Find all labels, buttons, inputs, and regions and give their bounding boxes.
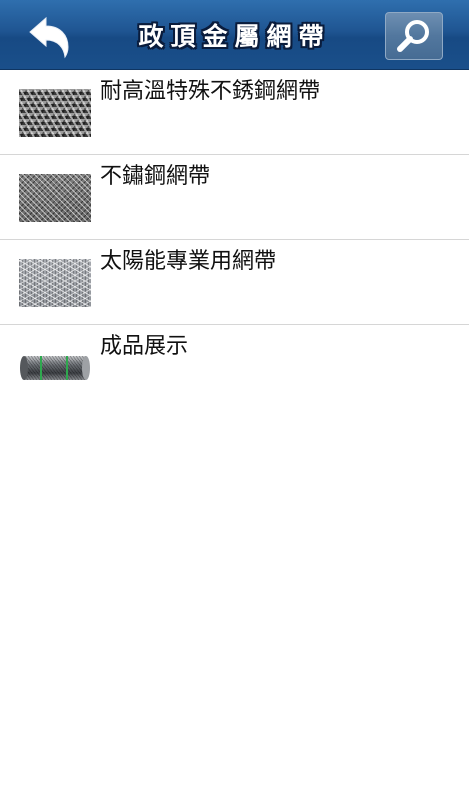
app-screen: 政頂金屬網帶 耐高溫特殊不銹鋼網帶 不鏽鋼網帶 太陽能專業用網帶 成品展示 — [0, 0, 469, 800]
mesh-belt-roll-thumbnail — [19, 352, 91, 384]
list-item-finished-products[interactable]: 成品展示 — [0, 325, 469, 410]
search-button[interactable] — [385, 12, 443, 60]
list-item-stainless-mesh-belt[interactable]: 不鏽鋼網帶 — [0, 155, 469, 240]
list-item-heat-resistant-mesh-belt[interactable]: 耐高溫特殊不銹鋼網帶 — [0, 70, 469, 155]
back-button[interactable] — [24, 12, 74, 62]
list-item-label: 太陽能專業用網帶 — [100, 249, 277, 274]
solar-mesh-belt-thumbnail — [19, 259, 91, 307]
list-item-label: 耐高溫特殊不銹鋼網帶 — [100, 79, 321, 104]
search-icon — [397, 20, 429, 52]
page-title: 政頂金屬網帶 — [138, 22, 331, 51]
list-item-label: 不鏽鋼網帶 — [100, 164, 211, 189]
top-bar: 政頂金屬網帶 — [0, 0, 469, 70]
heat-resistant-mesh-belt-thumbnail — [19, 89, 91, 137]
list-item-solar-mesh-belt[interactable]: 太陽能專業用網帶 — [0, 240, 469, 325]
category-list: 耐高溫特殊不銹鋼網帶 不鏽鋼網帶 太陽能專業用網帶 成品展示 — [0, 70, 469, 410]
stainless-mesh-belt-thumbnail — [19, 174, 91, 222]
list-item-label: 成品展示 — [100, 334, 189, 359]
back-arrow-icon — [29, 16, 69, 59]
